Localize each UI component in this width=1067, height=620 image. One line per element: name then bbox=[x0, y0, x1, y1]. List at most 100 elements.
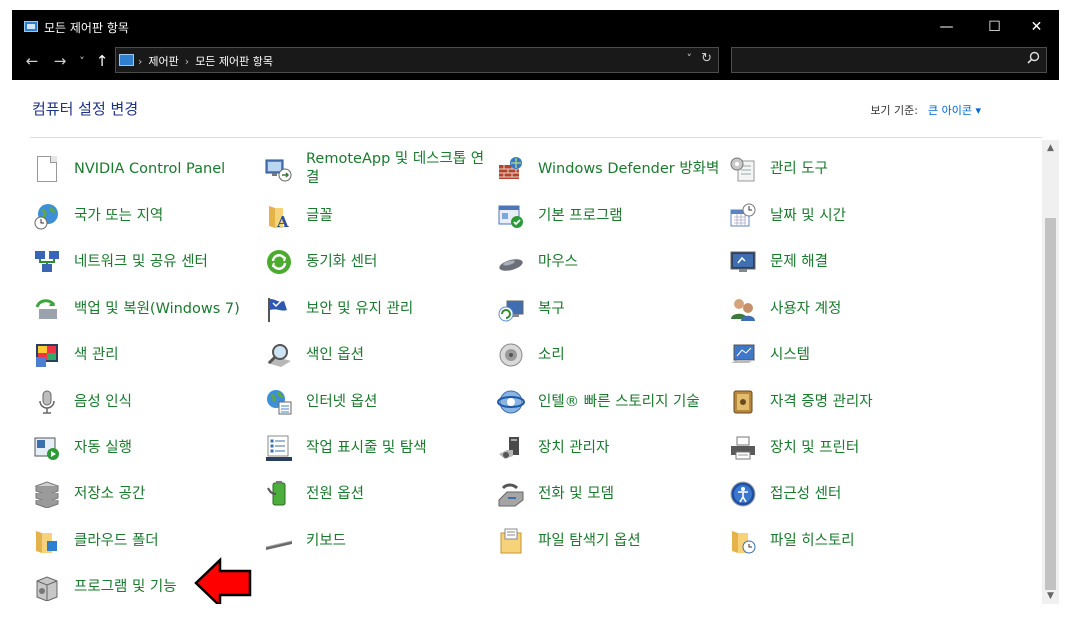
item-label: 프로그램 및 기능 bbox=[74, 578, 177, 595]
view-by-label: 보기 기준: bbox=[870, 104, 918, 117]
indexing-icon bbox=[264, 340, 294, 370]
item-label: Windows Defender 방화벽 bbox=[538, 160, 720, 177]
item-label: 사용자 계정 bbox=[770, 300, 842, 317]
item-label: 작업 표시줄 및 탐색 bbox=[306, 439, 427, 456]
address-dropdown-icon[interactable]: ˅ bbox=[687, 52, 693, 65]
scroll-thumb[interactable] bbox=[1045, 218, 1056, 590]
item-label: 전원 옵션 bbox=[306, 485, 364, 502]
programs-features-icon bbox=[32, 572, 62, 602]
address-bar-row: ← → ˅ ↑ › 제어판 › 모든 제어판 항목 ˅ ↻ bbox=[12, 44, 1059, 78]
page-title: 컴퓨터 설정 변경 bbox=[32, 100, 139, 118]
scroll-down-icon[interactable]: ▼ bbox=[1042, 588, 1059, 604]
item-label: 파일 탐색기 옵션 bbox=[538, 532, 641, 549]
item-windows-defender-firewall[interactable]: Windows Defender 방화벽 bbox=[496, 146, 728, 192]
item-administrative-tools[interactable]: 관리 도구 bbox=[728, 146, 960, 192]
storage-spaces-icon bbox=[32, 479, 62, 509]
item-devices-printers[interactable]: 장치 및 프린터 bbox=[728, 425, 960, 471]
folder-options-icon bbox=[496, 526, 526, 556]
minimize-button[interactable]: — bbox=[924, 10, 969, 44]
item-network-sharing[interactable]: 네트워크 및 공유 센터 bbox=[32, 239, 264, 285]
item-label: 국가 또는 지역 bbox=[74, 207, 164, 224]
view-by: 보기 기준: 큰 아이콘 ▾ bbox=[870, 102, 981, 118]
file-history-icon bbox=[728, 526, 758, 556]
view-by-dropdown[interactable]: 큰 아이콘 ▾ bbox=[928, 102, 981, 118]
item-label: 색인 옵션 bbox=[306, 346, 364, 363]
close-button[interactable]: ✕ bbox=[1014, 10, 1059, 44]
main-content: 컴퓨터 설정 변경 보기 기준: 큰 아이콘 ▾ NVIDIA Control … bbox=[12, 80, 1059, 604]
item-label: 날짜 및 시간 bbox=[770, 207, 846, 224]
recent-locations-chevron-icon[interactable]: ˅ bbox=[72, 50, 92, 72]
breadcrumb-separator: › bbox=[184, 54, 190, 68]
item-taskbar-navigation[interactable]: 작업 표시줄 및 탐색 bbox=[264, 425, 496, 471]
scroll-up-icon[interactable]: ▲ bbox=[1042, 140, 1059, 156]
item-label: 색 관리 bbox=[74, 346, 119, 363]
item-remoteapp[interactable]: RemoteApp 및 데스크톱 연결 bbox=[264, 146, 496, 192]
fonts-folder-icon: A bbox=[264, 201, 294, 231]
item-label: 동기화 센터 bbox=[306, 253, 378, 270]
item-fonts[interactable]: A 글꼴 bbox=[264, 193, 496, 239]
search-input[interactable] bbox=[731, 47, 1047, 73]
up-arrow-icon[interactable]: ↑ bbox=[92, 50, 112, 72]
item-file-explorer-options[interactable]: 파일 탐색기 옵션 bbox=[496, 518, 728, 564]
item-autoplay[interactable]: 자동 실행 bbox=[32, 425, 264, 471]
item-label: 네트워크 및 공유 센터 bbox=[74, 253, 208, 270]
address-input[interactable]: › 제어판 › 모든 제어판 항목 ˅ ↻ bbox=[115, 47, 719, 73]
item-sync-center[interactable]: 동기화 센터 bbox=[264, 239, 496, 285]
item-power-options[interactable]: 전원 옵션 bbox=[264, 471, 496, 517]
cloud-folder-icon bbox=[32, 526, 62, 556]
globe-clock-icon bbox=[32, 201, 62, 231]
item-color-management[interactable]: 색 관리 bbox=[32, 332, 264, 378]
item-date-time[interactable]: 날짜 및 시간 bbox=[728, 193, 960, 239]
item-indexing-options[interactable]: 색인 옵션 bbox=[264, 332, 496, 378]
item-speech-recognition[interactable]: 음성 인식 bbox=[32, 379, 264, 425]
item-phone-modem[interactable]: 전화 및 모뎀 bbox=[496, 471, 728, 517]
autoplay-icon bbox=[32, 433, 62, 463]
item-sound[interactable]: 소리 bbox=[496, 332, 728, 378]
item-label: 파일 히스토리 bbox=[770, 532, 855, 549]
flag-icon bbox=[264, 294, 294, 324]
item-keyboard[interactable]: 키보드 bbox=[264, 518, 496, 564]
item-label: 백업 및 복원(Windows 7) bbox=[74, 300, 240, 317]
divider bbox=[30, 137, 1042, 138]
breadcrumb: › 제어판 › 모든 제어판 항목 bbox=[138, 53, 273, 69]
forward-arrow-icon[interactable]: → bbox=[50, 50, 70, 72]
item-default-programs[interactable]: 기본 프로그램 bbox=[496, 193, 728, 239]
item-security-maintenance[interactable]: 보안 및 유지 관리 bbox=[264, 286, 496, 332]
back-arrow-icon[interactable]: ← bbox=[22, 50, 42, 72]
item-mouse[interactable]: 마우스 bbox=[496, 239, 728, 285]
item-intel-rapid-storage[interactable]: 인텔® 빠른 스토리지 기술 bbox=[496, 379, 728, 425]
refresh-icon[interactable]: ↻ bbox=[701, 51, 712, 66]
maximize-button[interactable]: ☐ bbox=[972, 10, 1017, 44]
item-label: 소리 bbox=[538, 346, 565, 363]
item-file-history[interactable]: 파일 히스토리 bbox=[728, 518, 960, 564]
item-label: 접근성 센터 bbox=[770, 485, 842, 502]
breadcrumb-all-items[interactable]: 모든 제어판 항목 bbox=[195, 53, 273, 69]
item-credential-manager[interactable]: 자격 증명 관리자 bbox=[728, 379, 960, 425]
item-label: 장치 및 프린터 bbox=[770, 439, 860, 456]
device-manager-icon bbox=[496, 433, 526, 463]
item-region[interactable]: 국가 또는 지역 bbox=[32, 193, 264, 239]
power-options-icon bbox=[264, 479, 294, 509]
search-icon[interactable] bbox=[1027, 51, 1040, 68]
item-recovery[interactable]: 복구 bbox=[496, 286, 728, 332]
intel-storage-icon bbox=[496, 387, 526, 417]
troubleshoot-icon bbox=[728, 247, 758, 277]
item-user-accounts[interactable]: 사용자 계정 bbox=[728, 286, 960, 332]
item-storage-spaces[interactable]: 저장소 공간 bbox=[32, 471, 264, 517]
item-system[interactable]: 시스템 bbox=[728, 332, 960, 378]
breadcrumb-control-panel[interactable]: 제어판 bbox=[148, 53, 178, 69]
phone-modem-icon bbox=[496, 479, 526, 509]
vertical-scrollbar[interactable]: ▲ ▼ bbox=[1042, 140, 1059, 604]
item-label: 자동 실행 bbox=[74, 439, 132, 456]
item-internet-options[interactable]: 인터넷 옵션 bbox=[264, 379, 496, 425]
item-device-manager[interactable]: 장치 관리자 bbox=[496, 425, 728, 471]
explorer-window: 모든 제어판 항목 — ☐ ✕ ← → ˅ ↑ › 제어판 › 모든 제어판 항… bbox=[12, 10, 1059, 604]
red-arrow-pointer-icon bbox=[194, 557, 252, 604]
item-ease-of-access[interactable]: 접근성 센터 bbox=[728, 471, 960, 517]
item-label: 키보드 bbox=[306, 532, 347, 549]
item-label: 장치 관리자 bbox=[538, 439, 610, 456]
item-backup-restore[interactable]: 백업 및 복원(Windows 7) bbox=[32, 286, 264, 332]
item-troubleshooting[interactable]: 문제 해결 bbox=[728, 239, 960, 285]
item-nvidia-control-panel[interactable]: NVIDIA Control Panel bbox=[32, 146, 264, 192]
item-label: 저장소 공간 bbox=[74, 485, 146, 502]
